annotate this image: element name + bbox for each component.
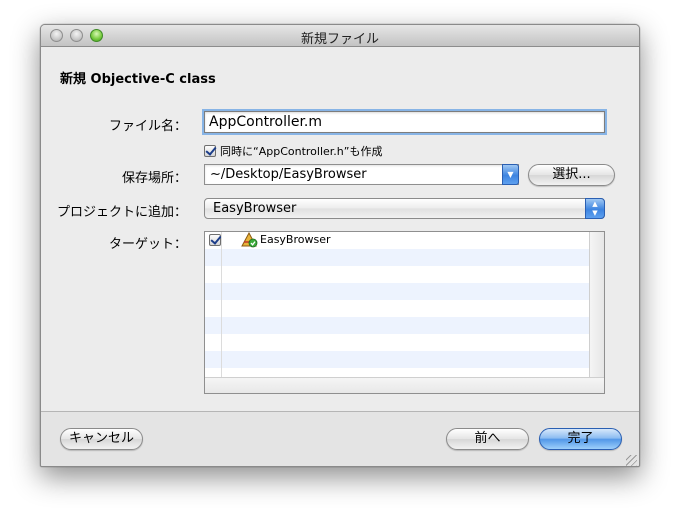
also-create-header-checkbox[interactable] xyxy=(204,145,216,157)
table-row xyxy=(205,283,590,300)
filename-label: ファイル名： xyxy=(108,119,187,134)
add-to-project-popup[interactable]: EasyBrowser ▲ ▼ xyxy=(204,198,605,219)
up-down-arrows-icon: ▲ ▼ xyxy=(585,198,605,219)
vertical-scrollbar[interactable] xyxy=(589,232,604,379)
title-bar[interactable]: 新規ファイル xyxy=(41,25,639,47)
target-name: EasyBrowser xyxy=(260,233,331,246)
back-button[interactable]: 前へ xyxy=(446,428,529,450)
add-to-project-value: EasyBrowser xyxy=(213,201,297,216)
horizontal-scrollbar[interactable] xyxy=(205,377,604,393)
location-value: ~/Desktop/EasyBrowser xyxy=(210,167,367,182)
dialog-footer: キャンセル 前へ 完了 xyxy=(41,411,639,466)
table-row xyxy=(205,300,590,317)
targets-label: ターゲット： xyxy=(108,237,187,252)
application-target-icon xyxy=(241,232,258,248)
dialog-content: 新規 Objective-C class ファイル名： AppControlle… xyxy=(41,47,639,411)
table-row xyxy=(205,249,590,266)
table-row xyxy=(205,266,590,283)
table-row[interactable]: EasyBrowser xyxy=(205,232,590,249)
page-title: 新規 Objective-C class xyxy=(60,72,216,87)
resize-grip-icon[interactable] xyxy=(626,455,637,466)
table-row xyxy=(205,334,590,351)
new-file-dialog: 新規ファイル 新規 Objective-C class ファイル名： AppCo… xyxy=(40,24,640,467)
column-divider xyxy=(221,232,222,377)
cancel-button[interactable]: キャンセル xyxy=(60,428,143,450)
location-label: 保存場所： xyxy=(121,171,187,186)
choose-button[interactable]: 選択... xyxy=(528,164,615,186)
target-checkbox[interactable] xyxy=(209,234,221,246)
table-row xyxy=(205,351,590,368)
filename-field[interactable]: AppController.m xyxy=(204,111,605,133)
table-row xyxy=(205,317,590,334)
targets-list[interactable]: EasyBrowser xyxy=(204,231,605,394)
also-create-header-row[interactable]: 同時に“AppController.h”も作成 xyxy=(204,143,382,159)
window-title: 新規ファイル xyxy=(300,32,379,47)
chevron-down-icon[interactable]: ▼ xyxy=(502,164,519,185)
location-combo[interactable]: ~/Desktop/EasyBrowser ▼ xyxy=(204,164,519,185)
table-row xyxy=(205,368,590,377)
also-create-header-label: 同時に“AppController.h”も作成 xyxy=(220,145,383,158)
targets-table: EasyBrowser xyxy=(205,232,590,377)
add-to-project-label: プロジェクトに追加： xyxy=(56,205,187,220)
finish-button[interactable]: 完了 xyxy=(539,428,622,450)
